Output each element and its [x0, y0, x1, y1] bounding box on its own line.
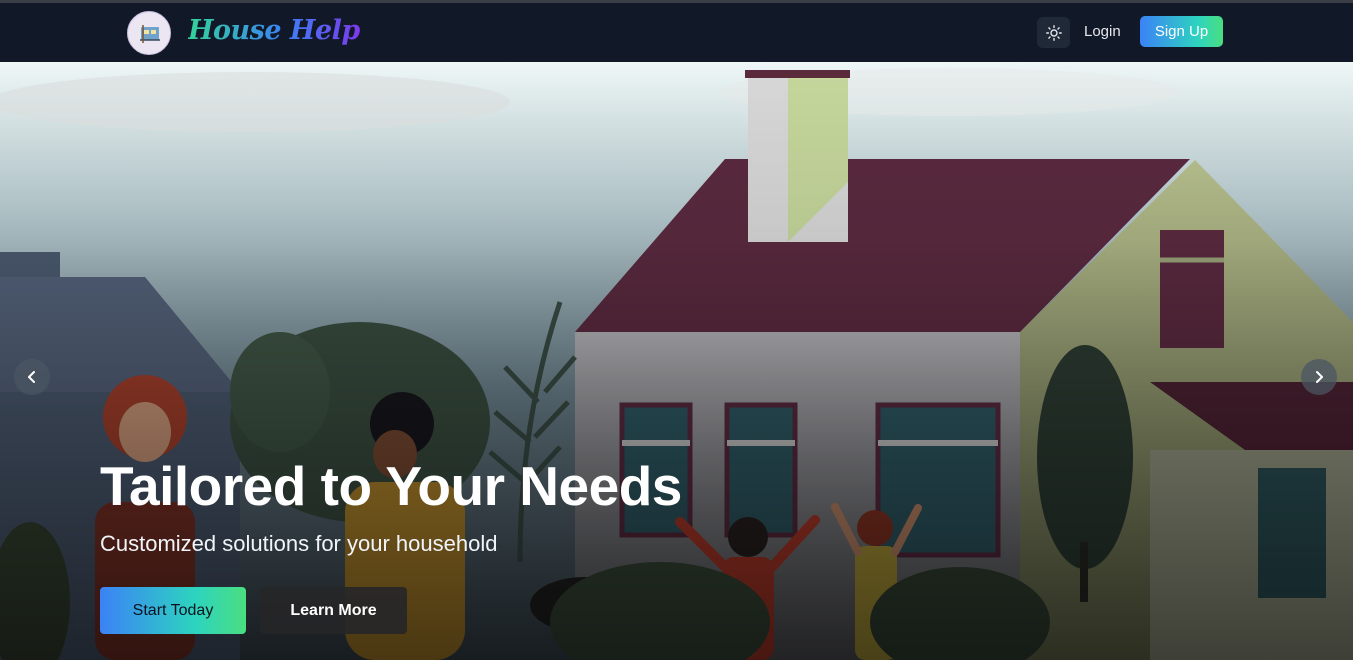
- carousel-next-button[interactable]: [1301, 359, 1337, 395]
- theme-toggle-button[interactable]: [1037, 17, 1070, 48]
- chevron-left-icon: [28, 371, 35, 383]
- carousel-prev-button[interactable]: [14, 359, 50, 395]
- hero-title: Tailored to Your Needs: [100, 455, 682, 517]
- hero-illustration: [0, 62, 1353, 660]
- start-today-button[interactable]: Start Today: [100, 587, 246, 634]
- chevron-right-icon: [1316, 371, 1323, 383]
- navbar: House Help Login Sign Up: [0, 3, 1353, 62]
- brand-name[interactable]: House Help: [188, 15, 360, 46]
- hero-subtitle: Customized solutions for your household: [100, 531, 498, 556]
- learn-more-button[interactable]: Learn More: [260, 587, 407, 634]
- hero-carousel: Tailored to Your Needs Customized soluti…: [0, 62, 1353, 660]
- house-help-logo-icon: [129, 13, 170, 54]
- sun-icon: [1045, 24, 1062, 41]
- logo[interactable]: [127, 11, 171, 55]
- login-link[interactable]: Login: [1084, 23, 1121, 40]
- signup-button[interactable]: Sign Up: [1140, 16, 1223, 47]
